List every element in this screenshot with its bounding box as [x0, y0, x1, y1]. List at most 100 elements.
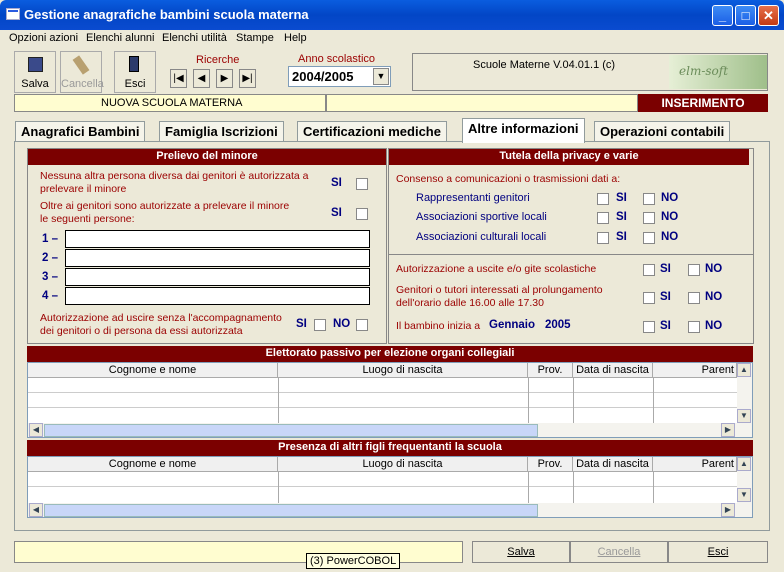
col-line [528, 378, 529, 423]
person-4-input[interactable] [65, 287, 370, 305]
pickup-q3-si-checkbox[interactable] [314, 319, 326, 331]
menu-bar: Opzioni azioni Elenchi alunni Elenchi ut… [0, 30, 784, 48]
trips-si-label: SI [660, 263, 671, 275]
tab-certificazioni[interactable]: Certificazioni mediche [297, 121, 447, 142]
horizontal-scrollbar[interactable]: ◀ ▶ [28, 503, 752, 517]
exit-button[interactable]: Esci [114, 51, 156, 93]
menu-stampe[interactable]: Stampe [236, 32, 274, 44]
person-2-input[interactable] [65, 249, 370, 267]
scroll-left-icon[interactable]: ◀ [29, 503, 43, 517]
scroll-left-icon[interactable]: ◀ [29, 423, 43, 437]
scroll-up-icon[interactable]: ▲ [737, 363, 751, 377]
menu-elenchi-alunni[interactable]: Elenchi alunni [86, 32, 155, 44]
privacy-divider [389, 254, 753, 255]
consent-r3-no-checkbox[interactable] [643, 232, 655, 244]
consent-r3-si-checkbox[interactable] [597, 232, 609, 244]
scroll-thumb[interactable] [44, 504, 538, 517]
person-3-label: 3 – [42, 271, 58, 283]
next-record-button[interactable]: ▶ [216, 69, 233, 88]
first-record-button[interactable]: |◀ [170, 69, 187, 88]
col-prov[interactable]: Prov. [528, 363, 573, 378]
starts-si-label: SI [660, 320, 671, 332]
save-label: Salva [21, 78, 49, 90]
last-record-button[interactable]: ▶| [239, 69, 256, 88]
starts-label: Il bambino inizia a [396, 320, 481, 332]
col-line [573, 472, 574, 503]
menu-elenchi-utilita[interactable]: Elenchi utilità [162, 32, 227, 44]
extended-no-checkbox[interactable] [688, 292, 700, 304]
bottom-save-button[interactable]: Salva [472, 541, 570, 563]
starts-no-checkbox[interactable] [688, 321, 700, 333]
consent-r1-no-label: NO [661, 192, 679, 204]
col-parent[interactable]: Parent [653, 363, 737, 378]
vertical-scrollbar[interactable]: ▲ ▼ [737, 457, 752, 503]
logo: elm-soft [669, 55, 767, 89]
scroll-down-icon[interactable]: ▼ [737, 409, 751, 423]
col-line [653, 472, 654, 503]
tab-altre-informazioni[interactable]: Altre informazioni [462, 118, 585, 143]
extended-si-checkbox[interactable] [643, 292, 655, 304]
pickup-q1-si-checkbox[interactable] [356, 178, 368, 190]
col-luogo[interactable]: Luogo di nascita [278, 457, 528, 472]
eraser-icon [72, 55, 90, 75]
pickup-q3-no-checkbox[interactable] [356, 319, 368, 331]
col-parent[interactable]: Parent [653, 457, 737, 472]
bottom-exit-button[interactable]: Esci [668, 541, 768, 563]
search-label: Ricerche [196, 54, 240, 66]
scroll-right-icon[interactable]: ▶ [721, 423, 735, 437]
prev-record-button[interactable]: ◀ [193, 69, 210, 88]
scroll-thumb[interactable] [44, 424, 538, 437]
person-3-input[interactable] [65, 268, 370, 286]
tab-famiglia[interactable]: Famiglia Iscrizioni [159, 121, 284, 142]
horizontal-scrollbar[interactable]: ◀ ▶ [28, 423, 752, 437]
col-line [528, 472, 529, 503]
minimize-button[interactable]: _ [712, 5, 733, 26]
maximize-button[interactable]: □ [735, 5, 756, 26]
tab-operazioni[interactable]: Operazioni contabili [594, 121, 731, 142]
starts-si-checkbox[interactable] [643, 321, 655, 333]
row-line [28, 486, 737, 487]
cancel-button[interactable]: Cancella [60, 51, 104, 93]
school-name-field: NUOVA SCUOLA MATERNA [14, 94, 326, 112]
consent-r2-no-checkbox[interactable] [643, 212, 655, 224]
consent-r1-si-checkbox[interactable] [597, 193, 609, 205]
pickup-q3-no-label: NO [333, 318, 351, 330]
exit-label: Esci [124, 78, 146, 90]
close-button[interactable]: ✕ [758, 5, 779, 26]
pickup-q1-si-label: SI [331, 177, 342, 189]
year-select[interactable]: 2004/2005 ▼ [288, 66, 391, 87]
col-cognome[interactable]: Cognome e nome [28, 363, 278, 378]
col-data[interactable]: Data di nascita [573, 457, 653, 472]
col-luogo[interactable]: Luogo di nascita [278, 363, 528, 378]
siblings-grid[interactable]: Cognome e nome Luogo di nascita Prov. Da… [27, 456, 753, 518]
consent-r1-label: Rappresentanti genitori [416, 192, 530, 204]
consent-r3-label: Associazioni culturali locali [416, 231, 547, 243]
privacy-header: Tutela della privacy e varie [389, 149, 749, 165]
bottom-cancel-button[interactable]: Cancella [570, 541, 668, 563]
electorate-grid[interactable]: Cognome e nome Luogo di nascita Prov. Da… [27, 362, 753, 438]
consent-r2-si-checkbox[interactable] [597, 212, 609, 224]
person-1-input[interactable] [65, 230, 370, 248]
menu-help[interactable]: Help [284, 32, 307, 44]
col-cognome[interactable]: Cognome e nome [28, 457, 278, 472]
siblings-header: Presenza di altri figli frequentanti la … [27, 440, 753, 456]
menu-opzioni-azioni[interactable]: Opzioni azioni [9, 32, 78, 44]
col-data[interactable]: Data di nascita [573, 363, 653, 378]
pickup-q2-si-checkbox[interactable] [356, 208, 368, 220]
scroll-right-icon[interactable]: ▶ [721, 503, 735, 517]
trips-si-checkbox[interactable] [643, 264, 655, 276]
consent-r2-no-label: NO [661, 211, 679, 223]
logo-text: elm-soft [679, 64, 729, 78]
consent-r1-no-checkbox[interactable] [643, 193, 655, 205]
scroll-up-icon[interactable]: ▲ [737, 457, 751, 471]
scroll-down-icon[interactable]: ▼ [737, 488, 751, 502]
save-button[interactable]: Salva [14, 51, 56, 93]
chevron-down-icon[interactable]: ▼ [373, 68, 389, 85]
trips-no-checkbox[interactable] [688, 264, 700, 276]
row-line [28, 407, 737, 408]
extended-si-label: SI [660, 291, 671, 303]
tab-anagrafici[interactable]: Anagrafici Bambini [15, 121, 146, 142]
col-prov[interactable]: Prov. [528, 457, 573, 472]
vertical-scrollbar[interactable]: ▲ ▼ [737, 363, 752, 423]
extended-no-label: NO [705, 291, 723, 303]
